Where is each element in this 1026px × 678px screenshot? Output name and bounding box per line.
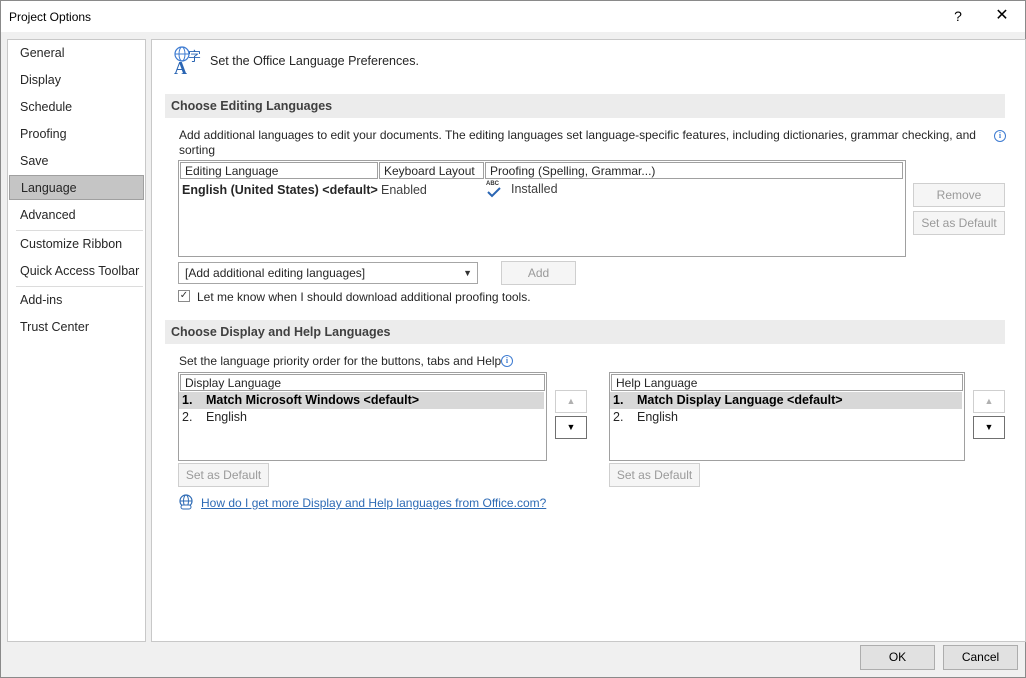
list-item-number: 2. [182, 410, 193, 424]
list-item[interactable]: 2. English [179, 409, 544, 426]
display-description: Set the language priority order for the … [179, 354, 502, 368]
spellcheck-icon: ABC [486, 181, 504, 199]
sidebar-item-add-ins[interactable]: Add-ins [9, 288, 144, 313]
sidebar-item-customize-ribbon[interactable]: Customize Ribbon [9, 232, 144, 257]
sidebar-item-advanced[interactable]: Advanced [9, 203, 144, 228]
row-keyboard: Enabled [381, 183, 427, 197]
row-language: English (United States) <default> [182, 183, 378, 197]
svg-text:A: A [174, 58, 187, 75]
list-item-number: 1. [182, 393, 193, 407]
column-keyboard-layout[interactable]: Keyboard Layout [379, 162, 484, 179]
proofing-tools-checkbox[interactable]: ✓ [178, 290, 190, 302]
sidebar-divider [16, 286, 143, 287]
remove-button[interactable]: Remove [913, 183, 1005, 207]
column-editing-language[interactable]: Editing Language [180, 162, 378, 179]
more-languages-link[interactable]: How do I get more Display and Help langu… [201, 496, 546, 510]
arrow-down-icon: ▼ [984, 422, 994, 432]
help-language-list[interactable]: Help Language 1. Match Display Language <… [609, 372, 965, 461]
column-proofing[interactable]: Proofing (Spelling, Grammar...) [485, 162, 903, 179]
proofing-tools-checkbox-label: Let me know when I should download addit… [197, 290, 531, 304]
list-item[interactable]: 1. Match Display Language <default> [610, 392, 962, 409]
page-title: Set the Office Language Preferences. [210, 54, 419, 68]
list-item[interactable]: 2. English [610, 409, 962, 426]
list-item[interactable]: 1. Match Microsoft Windows <default> [179, 392, 544, 409]
language-icon-glyph: 字 [188, 50, 202, 65]
info-icon[interactable]: i [501, 355, 513, 367]
help-set-default-button[interactable]: Set as Default [609, 463, 700, 487]
arrow-up-icon: ▲ [566, 396, 576, 406]
help-language-header: Help Language [611, 374, 963, 391]
add-language-dropdown-value: [Add additional editing languages] [185, 266, 366, 280]
ok-button[interactable]: OK [860, 645, 935, 670]
arrow-down-icon: ▼ [566, 422, 576, 432]
help-move-down-button[interactable]: ▼ [973, 416, 1005, 439]
sidebar-item-trust-center[interactable]: Trust Center [9, 315, 144, 340]
add-button[interactable]: Add [501, 261, 576, 285]
list-item-label: Match Microsoft Windows <default> [206, 393, 420, 407]
list-item-label: English [206, 410, 247, 424]
sidebar-item-save[interactable]: Save [9, 149, 144, 174]
sidebar-item-language[interactable]: Language [9, 175, 144, 200]
list-item-label: English [637, 410, 678, 424]
chevron-down-icon: ▼ [463, 268, 472, 278]
editing-languages-list[interactable]: Editing Language Keyboard Layout Proofin… [178, 160, 906, 257]
sidebar-item-proofing[interactable]: Proofing [9, 122, 144, 147]
display-set-default-button[interactable]: Set as Default [178, 463, 269, 487]
section-display-help-languages: Choose Display and Help Languages [165, 320, 1005, 344]
sidebar-item-general[interactable]: General [9, 41, 144, 66]
cancel-button[interactable]: Cancel [943, 645, 1018, 670]
sidebar-item-quick-access-toolbar[interactable]: Quick Access Toolbar [9, 259, 144, 284]
sidebar-item-schedule[interactable]: Schedule [9, 95, 144, 120]
list-item-number: 2. [613, 410, 624, 424]
sidebar-divider [16, 230, 143, 231]
display-language-header: Display Language [180, 374, 545, 391]
add-language-dropdown[interactable]: [Add additional editing languages] ▼ [178, 262, 478, 284]
globe-link-icon [178, 494, 194, 510]
display-move-down-button[interactable]: ▼ [555, 416, 587, 439]
arrow-up-icon: ▲ [984, 396, 994, 406]
title-bar: Project Options ? ✕ [1, 1, 1025, 32]
display-language-list[interactable]: Display Language 1. Match Microsoft Windo… [178, 372, 547, 461]
set-default-editing-button[interactable]: Set as Default [913, 211, 1005, 235]
dialog-title: Project Options [9, 10, 92, 24]
list-item-label: Match Display Language <default> [637, 393, 843, 407]
close-button[interactable]: ✕ [987, 5, 1017, 27]
sidebar-item-display[interactable]: Display [9, 68, 144, 93]
display-move-up-button[interactable]: ▲ [555, 390, 587, 413]
row-proofing: Installed [511, 182, 558, 196]
table-row[interactable]: English (United States) <default> Enable… [179, 181, 903, 202]
help-move-up-button[interactable]: ▲ [973, 390, 1005, 413]
editing-description: Add additional languages to edit your do… [179, 128, 976, 157]
options-sidebar: General Display Schedule Proofing Save L… [7, 39, 146, 642]
language-icon: A 字 [172, 45, 206, 78]
help-button[interactable]: ? [943, 5, 973, 27]
list-item-number: 1. [613, 393, 624, 407]
info-icon[interactable]: i [994, 130, 1006, 142]
section-editing-languages: Choose Editing Languages [165, 94, 1005, 118]
